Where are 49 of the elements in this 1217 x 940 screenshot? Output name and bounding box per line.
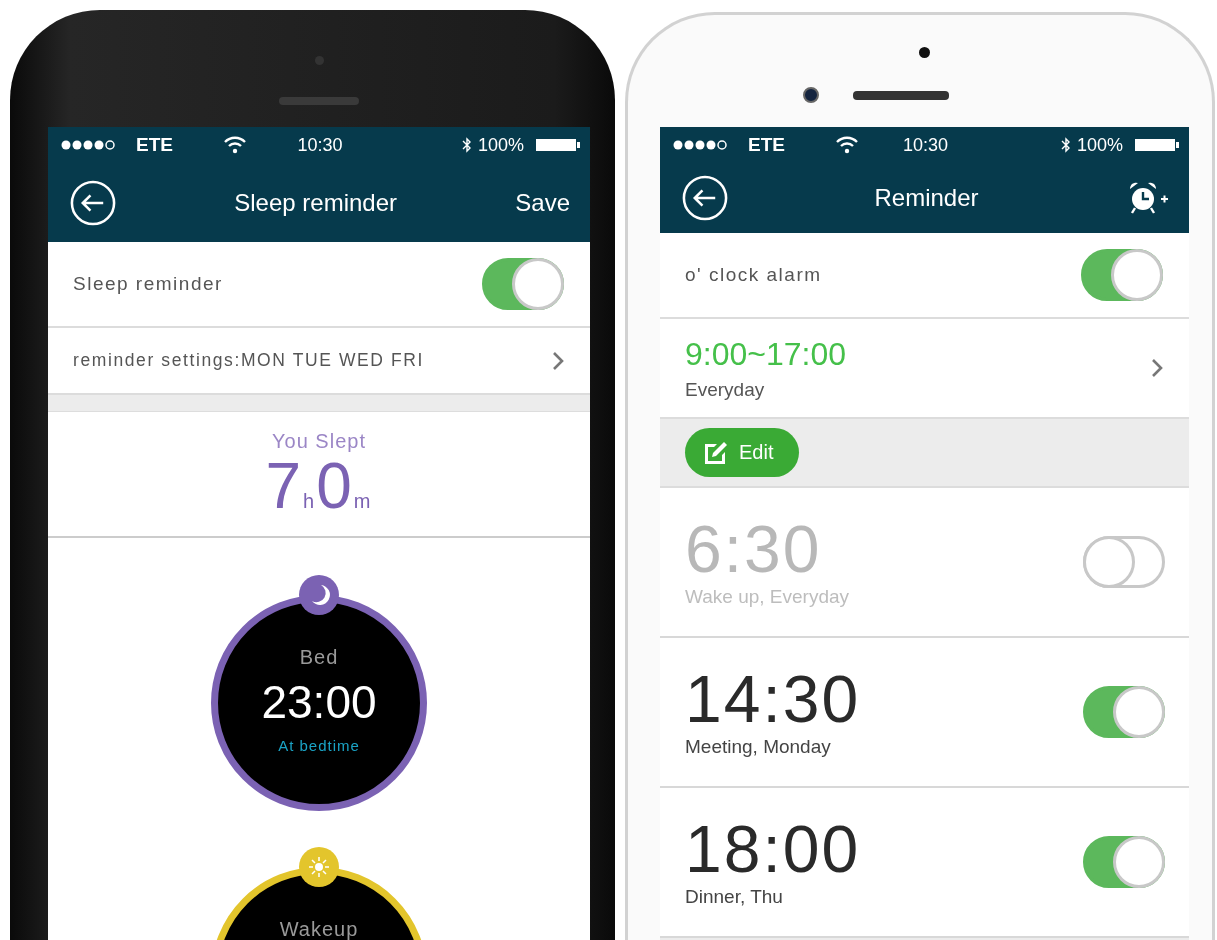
- dial-label: Wakeup: [279, 918, 359, 940]
- alarm-label: Dinner, Thu: [685, 886, 784, 908]
- back-icon[interactable]: [682, 175, 728, 221]
- dial-label: Bed: [299, 646, 339, 669]
- status-time: 10:30: [297, 134, 343, 156]
- alarm-label: Meeting, Monday: [685, 736, 832, 758]
- toggle-switch[interactable]: [482, 258, 564, 310]
- time-range-row[interactable]: 9:00~17:00 Everyday: [660, 319, 1189, 419]
- carrier-name: ETE: [748, 134, 785, 156]
- time-dial[interactable]: Bed 23:00 At bedtime: [211, 595, 427, 811]
- settings-label: reminder settings:MON TUE WED FRI: [73, 350, 424, 371]
- time-range: 9:00~17:00: [685, 335, 847, 373]
- setting-label: o' clock alarm: [685, 264, 822, 286]
- moon-icon: [299, 575, 339, 615]
- wifi-icon: [834, 136, 859, 154]
- alarm-label: Wake up, Everyday: [685, 586, 850, 608]
- toggle-switch[interactable]: [1083, 836, 1165, 888]
- chevron-icon: [1151, 358, 1163, 378]
- toggle-switch[interactable]: [1081, 249, 1163, 301]
- setting-label: Sleep reminder: [73, 273, 223, 295]
- sensor-dot: [919, 47, 930, 58]
- bluetooth-icon: [1060, 137, 1071, 153]
- alarm-time: 14:30: [685, 666, 861, 732]
- summary-title: You Slept: [272, 430, 366, 453]
- repeat-label: Everyday: [685, 378, 766, 401]
- back-icon[interactable]: [70, 179, 116, 226]
- toggle-switch[interactable]: [1083, 686, 1165, 738]
- carrier-name: ETE: [136, 134, 173, 156]
- status-time: 10:30: [902, 134, 948, 156]
- bluetooth-icon: [461, 137, 472, 153]
- toggle-switch[interactable]: [1083, 536, 1165, 588]
- alarm-time: 6:30: [685, 516, 823, 582]
- save-button[interactable]: Save: [515, 188, 570, 217]
- alarm-time: 18:00: [685, 816, 861, 882]
- battery-icon: [536, 138, 580, 152]
- screen-title: Sleep reminder: [234, 188, 397, 217]
- battery-percent: 100%: [1076, 134, 1123, 156]
- battery-percent: 100%: [477, 134, 524, 156]
- sun-icon: [299, 847, 339, 887]
- wifi-icon: [222, 136, 247, 154]
- signal-icon: [672, 139, 728, 151]
- battery-icon: [1135, 138, 1179, 152]
- dial-note: At bedtime: [278, 737, 360, 754]
- chevron-icon: [552, 350, 564, 371]
- edit-icon: [703, 439, 729, 466]
- signal-icon: [60, 139, 116, 151]
- camera-lens: [802, 87, 819, 103]
- screen-title: Reminder: [874, 184, 979, 212]
- dial-time: 23:00: [261, 675, 377, 729]
